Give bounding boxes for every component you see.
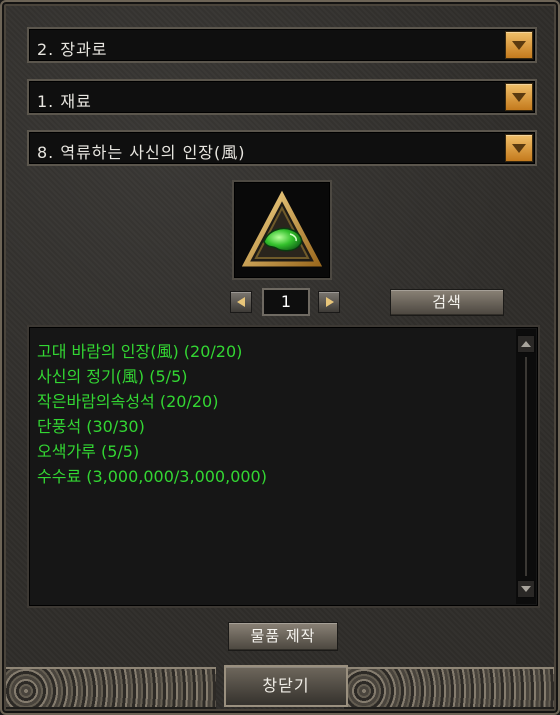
page-number: 1 xyxy=(262,288,310,316)
close-window-button[interactable]: 창닫기 xyxy=(224,665,348,707)
scrollbar[interactable] xyxy=(516,329,536,604)
arrow-left-icon xyxy=(237,297,245,307)
category-dropdown-value: 2. 장과로 xyxy=(37,40,108,59)
green-gem-triangle-seal-icon xyxy=(242,190,322,267)
crafting-window: 2. 장과로 1. 재료 8. 역류하는 사신의 인장(風) 1 검색 고대 바… xyxy=(0,0,560,715)
list-item: 단풍석 (30/30) xyxy=(37,417,145,436)
craft-button[interactable]: 물품 제작 xyxy=(228,622,338,651)
item-preview-slot xyxy=(232,180,332,280)
chevron-down-icon[interactable] xyxy=(505,31,533,59)
search-button[interactable]: 검색 xyxy=(390,289,504,316)
ornament-decoration xyxy=(344,667,554,709)
item-dropdown[interactable]: 8. 역류하는 사신의 인장(風) xyxy=(27,130,537,166)
item-dropdown-value: 8. 역류하는 사신의 인장(風) xyxy=(37,143,246,162)
arrow-down-icon xyxy=(521,586,531,592)
chevron-down-icon[interactable] xyxy=(505,83,533,111)
materials-list: 고대 바람의 인장(風) (20/20) 사신의 정기(風) (5/5) 작은바… xyxy=(27,325,540,608)
prev-page-button[interactable] xyxy=(230,291,252,313)
subcategory-dropdown[interactable]: 1. 재료 xyxy=(27,79,537,115)
scroll-down-button[interactable] xyxy=(517,580,535,598)
list-item: 사신의 정기(風) (5/5) xyxy=(37,367,188,386)
category-dropdown[interactable]: 2. 장과로 xyxy=(27,27,537,63)
ornament-decoration xyxy=(6,667,216,709)
window-footer: 창닫기 xyxy=(6,665,554,709)
chevron-down-icon[interactable] xyxy=(505,134,533,162)
next-page-button[interactable] xyxy=(318,291,340,313)
scroll-track[interactable] xyxy=(525,357,527,576)
list-item: 작은바람의속성석 (20/20) xyxy=(37,392,219,411)
list-item: 수수료 (3,000,000/3,000,000) xyxy=(37,467,267,486)
scroll-up-button[interactable] xyxy=(517,335,535,353)
list-item: 오색가루 (5/5) xyxy=(37,442,140,461)
arrow-right-icon xyxy=(326,297,334,307)
subcategory-dropdown-value: 1. 재료 xyxy=(37,92,92,111)
list-item: 고대 바람의 인장(風) (20/20) xyxy=(37,342,243,361)
arrow-up-icon xyxy=(521,341,531,347)
materials-lines: 고대 바람의 인장(風) (20/20) 사신의 정기(風) (5/5) 작은바… xyxy=(37,339,508,598)
